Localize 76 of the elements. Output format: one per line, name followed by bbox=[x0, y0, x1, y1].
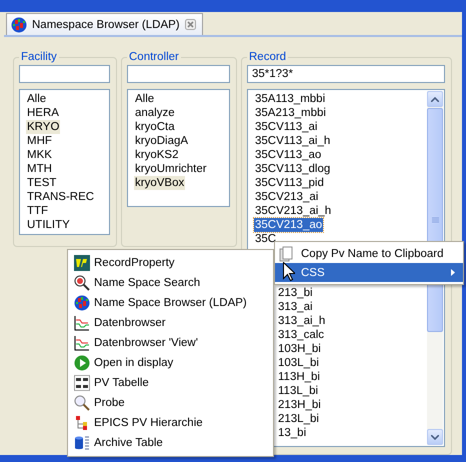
database-icon bbox=[74, 435, 90, 451]
list-item[interactable]: 313_calc bbox=[277, 328, 326, 342]
group-title: Record bbox=[248, 51, 288, 63]
list-item[interactable]: TEST bbox=[26, 176, 58, 190]
scroll-up-button[interactable] bbox=[427, 91, 443, 107]
menu-item[interactable]: Open in display bbox=[68, 353, 273, 373]
list-item[interactable]: MKK bbox=[26, 148, 53, 162]
list-item[interactable]: UTILITY bbox=[26, 218, 71, 232]
chevron-up-icon bbox=[431, 96, 439, 102]
list-item[interactable]: 103H_bi bbox=[277, 342, 322, 356]
list-item[interactable]: TRANS-REC bbox=[26, 190, 96, 204]
filter-field[interactable]: 35*1?3* bbox=[247, 65, 445, 83]
list-item[interactable]: 13_bi bbox=[277, 426, 308, 440]
filter-field[interactable] bbox=[19, 65, 110, 83]
editor-tab[interactable]: Namespace Browser (LDAP) bbox=[6, 13, 203, 35]
list-item[interactable]: 35CV113_ai_h bbox=[254, 134, 332, 148]
list-item[interactable]: kryoCta bbox=[134, 120, 176, 134]
list-item[interactable]: Alle bbox=[134, 92, 156, 106]
menu-item[interactable]: CSS bbox=[275, 263, 463, 282]
list-item[interactable]: 35CV113_pid bbox=[254, 176, 325, 190]
globe-icon bbox=[74, 295, 90, 311]
list-item[interactable]: 313_ai bbox=[277, 300, 314, 314]
menu-item[interactable]: RecordProperty bbox=[68, 253, 273, 273]
list-item[interactable]: 35CV113_ai bbox=[254, 120, 318, 134]
list-item[interactable]: kryoUmrichter bbox=[134, 162, 208, 176]
list-item[interactable]: KRYO bbox=[26, 120, 60, 134]
search-icon bbox=[74, 275, 90, 291]
list-item[interactable]: kryoVBox bbox=[134, 176, 186, 190]
tree-icon bbox=[74, 415, 90, 431]
play-icon bbox=[74, 355, 90, 371]
scroll-down-button[interactable] bbox=[427, 429, 443, 445]
list-item[interactable]: 35CV113_ao bbox=[254, 148, 322, 162]
group-title: Facility bbox=[20, 51, 58, 63]
list-item[interactable]: Alle bbox=[26, 92, 48, 106]
menu-item[interactable]: PV Tabelle bbox=[68, 373, 273, 393]
table-icon bbox=[74, 375, 90, 391]
list-item[interactable]: 35A113_mbbi bbox=[254, 92, 326, 106]
list-item[interactable]: 35CV113_dlog bbox=[254, 162, 332, 176]
list-item[interactable]: 103L_bi bbox=[277, 356, 320, 370]
list-item[interactable]: 35C bbox=[254, 232, 278, 246]
magnifier-icon bbox=[74, 395, 90, 411]
list-item[interactable]: MHF bbox=[26, 134, 53, 148]
close-icon[interactable] bbox=[184, 19, 196, 30]
list-item[interactable]: 35CV213_ao bbox=[254, 218, 324, 232]
menu-item[interactable]: Datenbrowser bbox=[68, 313, 273, 333]
group-title: Controller bbox=[128, 51, 180, 63]
list-item[interactable]: 35CV213_ai_h bbox=[254, 204, 332, 218]
globe-icon bbox=[11, 16, 27, 32]
list-item[interactable]: 113H_bi bbox=[277, 370, 321, 384]
menu-item[interactable]: EPICS PV Hierarchie bbox=[68, 413, 273, 433]
list-item[interactable]: analyze bbox=[134, 106, 176, 120]
copy-icon bbox=[279, 246, 295, 262]
menu-item[interactable]: Copy Pv Name to Clipboard bbox=[275, 244, 463, 263]
menu-item[interactable]: Datenbrowser 'View' bbox=[68, 333, 273, 353]
chart-icon bbox=[74, 335, 90, 351]
menu-item[interactable]: Probe bbox=[68, 393, 273, 413]
list-item[interactable]: 213L_bi bbox=[277, 412, 320, 426]
rp-icon bbox=[74, 255, 90, 271]
list-item[interactable]: 213H_bi bbox=[277, 398, 322, 412]
menu-item[interactable]: Name Space Search bbox=[68, 273, 273, 293]
chevron-down-icon bbox=[431, 434, 439, 440]
list-item[interactable]: 35A213_mbbi bbox=[254, 106, 327, 120]
list-item[interactable]: kryoKS2 bbox=[134, 148, 180, 162]
list-item[interactable]: 313_ai_h bbox=[277, 314, 326, 328]
list-item[interactable]: 113L_bi bbox=[277, 384, 320, 398]
menu-item[interactable]: Archive Table bbox=[68, 433, 273, 453]
menu-item[interactable]: Name Space Browser (LDAP) bbox=[68, 293, 273, 313]
chart-icon bbox=[74, 315, 90, 331]
list-item[interactable]: 213_bi bbox=[277, 286, 314, 300]
list-item[interactable]: HERA bbox=[26, 106, 60, 120]
filter-field[interactable] bbox=[127, 65, 230, 83]
list-item[interactable]: TTF bbox=[26, 204, 50, 218]
list-item[interactable]: 35CV213_ai bbox=[254, 190, 320, 204]
list-item[interactable]: MTH bbox=[26, 162, 53, 176]
cursor-icon bbox=[283, 262, 295, 281]
list-item[interactable]: kryoDiagA bbox=[134, 134, 190, 148]
